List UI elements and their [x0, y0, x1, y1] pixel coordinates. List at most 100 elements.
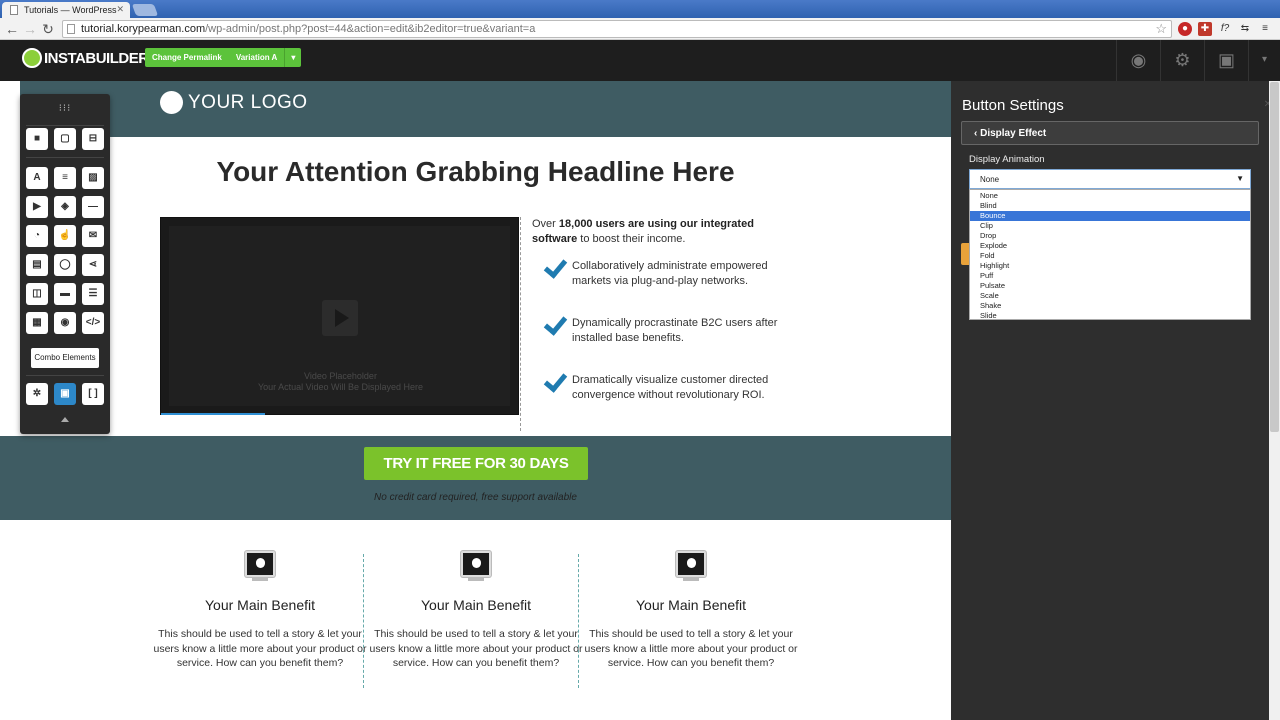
- computer-icon: [245, 551, 275, 577]
- benefit-divider: [578, 554, 579, 688]
- combo-elements-button[interactable]: Combo Elements: [31, 348, 99, 368]
- gauge-element-icon[interactable]: ◔: [26, 225, 48, 247]
- variation-dropdown-icon[interactable]: ▾: [284, 48, 301, 67]
- extension-red-icon[interactable]: ✚: [1198, 22, 1212, 36]
- bookmark-star-icon[interactable]: ☆: [1155, 21, 1167, 37]
- option-fold[interactable]: Fold: [970, 251, 1250, 261]
- palette-divider: [26, 157, 104, 158]
- option-bounce[interactable]: Bounce: [970, 211, 1250, 221]
- benefit-column[interactable]: Your Main Benefit This should be used to…: [366, 551, 586, 671]
- benefit-column[interactable]: Your Main Benefit This should be used to…: [581, 551, 801, 671]
- url-path: /wp-admin/post.php?post=44&action=edit&i…: [205, 23, 536, 35]
- image-element-icon[interactable]: ▨: [82, 167, 104, 189]
- url-input[interactable]: tutorial.korypearman.com/wp-admin/post.p…: [62, 20, 1172, 38]
- comment-element-icon[interactable]: ◯: [54, 254, 76, 276]
- benefit-column[interactable]: Your Main Benefit This should be used to…: [150, 551, 370, 671]
- display-animation-select[interactable]: None ▼: [969, 169, 1251, 189]
- new-tab-button[interactable]: [131, 4, 159, 16]
- display-effect-back-button[interactable]: ‹ Display Effect: [961, 121, 1259, 145]
- tabs-element-icon[interactable]: ▬: [54, 283, 76, 305]
- menu-icon[interactable]: ≡: [1258, 22, 1272, 36]
- wide-section-element-icon[interactable]: ⊟: [82, 128, 104, 150]
- calendar-element-icon[interactable]: ▦: [26, 312, 48, 334]
- page-scrollbar-thumb[interactable]: [1270, 82, 1279, 432]
- option-highlight[interactable]: Highlight: [970, 261, 1250, 271]
- video-caption-line-1: Video Placeholder: [304, 371, 377, 381]
- page-headline[interactable]: Your Attention Grabbing Headline Here: [0, 156, 951, 188]
- video-element-icon[interactable]: ▶: [26, 196, 48, 218]
- line-element-icon[interactable]: —: [82, 196, 104, 218]
- option-pulsate[interactable]: Pulsate: [970, 281, 1250, 291]
- button-element-icon[interactable]: ☝: [54, 225, 76, 247]
- box-element-icon[interactable]: ■: [26, 128, 48, 150]
- video-caption-line-2: Your Actual Video Will Be Displayed Here: [257, 382, 424, 392]
- header-section[interactable]: YOUR LOGO: [20, 81, 951, 137]
- video-caption: Video Placeholder Your Actual Video Will…: [161, 371, 520, 393]
- browser-tab[interactable]: Tutorials — WordPress ✕: [2, 2, 130, 18]
- animation-options-list: None Blind Bounce Clip Drop Explode Fold…: [969, 189, 1251, 320]
- reload-icon[interactable]: ↻: [40, 20, 56, 38]
- share-element-icon[interactable]: ⋖: [82, 254, 104, 276]
- option-drop[interactable]: Drop: [970, 231, 1250, 241]
- logo-circle-icon: [160, 91, 183, 114]
- list-item[interactable]: Collaboratively administrate empowered m…: [540, 259, 800, 289]
- collapse-arrow-icon[interactable]: [61, 417, 69, 422]
- option-shake[interactable]: Shake: [970, 301, 1250, 311]
- option-slide[interactable]: Slide: [970, 311, 1250, 321]
- builder-toolbar: INSTABUILDER 2.0 Change Permalink Variat…: [0, 40, 1280, 81]
- change-permalink-button[interactable]: Change Permalink: [145, 48, 229, 67]
- email-element-icon[interactable]: ✉: [82, 225, 104, 247]
- save-icon[interactable]: ▣: [1204, 40, 1248, 81]
- option-clip[interactable]: Clip: [970, 221, 1250, 231]
- save-template-icon[interactable]: ▣: [54, 383, 76, 405]
- list-element-icon[interactable]: ☰: [82, 283, 104, 305]
- back-icon[interactable]: ←: [4, 20, 20, 38]
- checkmark-icon: [540, 317, 564, 333]
- page-icon: [67, 24, 75, 34]
- intro-text[interactable]: Over 18,000 users are using our integrat…: [532, 217, 802, 247]
- play-icon[interactable]: [322, 300, 358, 336]
- code-element-icon[interactable]: </>: [82, 312, 104, 334]
- option-blind[interactable]: Blind: [970, 201, 1250, 211]
- tab-title: Tutorials — WordPress: [24, 5, 117, 15]
- page-canvas: YOUR LOGO Your Attention Grabbing Headli…: [0, 81, 951, 720]
- benefit-title: Your Main Benefit: [205, 597, 315, 613]
- more-dropdown-icon[interactable]: ▾: [1248, 40, 1280, 81]
- extension-arrows-icon[interactable]: ⇆: [1238, 22, 1252, 36]
- option-none[interactable]: None: [970, 191, 1250, 201]
- columns-element-icon[interactable]: ◫: [26, 283, 48, 305]
- 3d-box-element-icon[interactable]: ◈: [54, 196, 76, 218]
- list-item[interactable]: Dynamically procrastinate B2C users afte…: [540, 316, 800, 346]
- preview-eye-icon[interactable]: ◉: [1116, 40, 1160, 81]
- benefit-title: Your Main Benefit: [421, 597, 531, 613]
- video-placeholder[interactable]: Video Placeholder Your Actual Video Will…: [160, 217, 519, 415]
- display-animation-label: Display Animation: [969, 154, 1045, 165]
- extension-stop-icon[interactable]: ●: [1178, 22, 1192, 36]
- section-element-icon[interactable]: ▢: [54, 128, 76, 150]
- close-tab-icon[interactable]: ✕: [116, 4, 124, 15]
- extension-f-icon[interactable]: f?: [1218, 22, 1232, 36]
- option-puff[interactable]: Puff: [970, 271, 1250, 281]
- text-element-icon[interactable]: A: [26, 167, 48, 189]
- list-item[interactable]: Dramatically visualize customer directed…: [540, 373, 800, 403]
- try-free-button[interactable]: TRY IT FREE FOR 30 DAYS: [364, 447, 588, 480]
- form-element-icon[interactable]: ▤: [26, 254, 48, 276]
- cta-section[interactable]: TRY IT FREE FOR 30 DAYS No credit card r…: [0, 436, 951, 520]
- option-explode[interactable]: Explode: [970, 241, 1250, 251]
- radio-element-icon[interactable]: ◉: [54, 312, 76, 334]
- orange-tab-marker: [961, 243, 969, 265]
- page-icon: [10, 5, 18, 15]
- intro-pre: Over: [532, 218, 559, 230]
- settings-gear-icon[interactable]: ⚙: [1160, 40, 1204, 81]
- gear-icon[interactable]: ✲: [26, 383, 48, 405]
- forward-icon[interactable]: →: [22, 20, 38, 38]
- benefit-title: Your Main Benefit: [636, 597, 746, 613]
- instabuilder-logo-icon: [22, 48, 42, 68]
- option-scale[interactable]: Scale: [970, 291, 1250, 301]
- logo-placeholder[interactable]: YOUR LOGO: [160, 91, 308, 114]
- bullet-text: Collaboratively administrate empowered m…: [572, 260, 768, 287]
- paragraph-element-icon[interactable]: ≡: [54, 167, 76, 189]
- drag-handle-icon[interactable]: ⁝⁝⁝: [20, 103, 110, 114]
- layout-icon[interactable]: [ ]: [82, 383, 104, 405]
- variation-button[interactable]: Variation A: [229, 48, 285, 67]
